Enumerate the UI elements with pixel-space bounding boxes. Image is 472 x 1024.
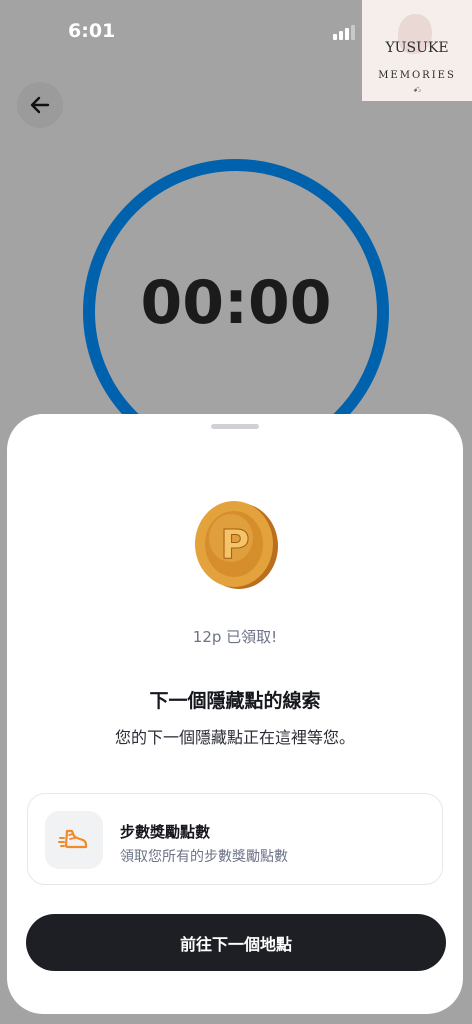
step-icon-box	[45, 811, 103, 869]
step-card-title: 步數獎勵點數	[120, 823, 211, 841]
coin-icon: P	[195, 501, 278, 589]
clue-description: 您的下一個隱藏點正在這裡等您。	[114, 728, 355, 747]
arrow-left-icon	[30, 96, 50, 114]
timer-display: 00:00	[140, 268, 332, 338]
next-location-button[interactable]: 前往下一個地點	[26, 914, 446, 971]
step-card-subtitle: 領取您所有的步數獎勵點數	[120, 849, 288, 865]
bottom-sheet: P 12p 已領取! 下一個隱藏點的線索 您的下一個隱藏點正在這裡等您。 步數獎…	[7, 414, 463, 1014]
watermark-signature: ꗃ₂	[412, 86, 422, 94]
watermark-subtitle: MEMORIES	[378, 70, 456, 81]
drag-handle[interactable]	[211, 424, 259, 429]
reward-claimed-text: 12p 已領取!	[192, 628, 278, 646]
coin-letter: P	[220, 522, 249, 568]
clue-title: 下一個隱藏點的線索	[149, 690, 321, 712]
step-reward-card[interactable]: 步數獎勵點數 領取您所有的步數獎勵點數	[27, 793, 443, 885]
signal-icon	[333, 24, 359, 40]
back-button[interactable]	[17, 82, 63, 128]
watermark: YUSUKE MEMORIES ꗃ₂	[362, 0, 472, 101]
running-shoe-icon	[58, 829, 88, 849]
watermark-title: YUSUKE	[385, 40, 449, 56]
status-time: 6:01	[68, 20, 116, 42]
